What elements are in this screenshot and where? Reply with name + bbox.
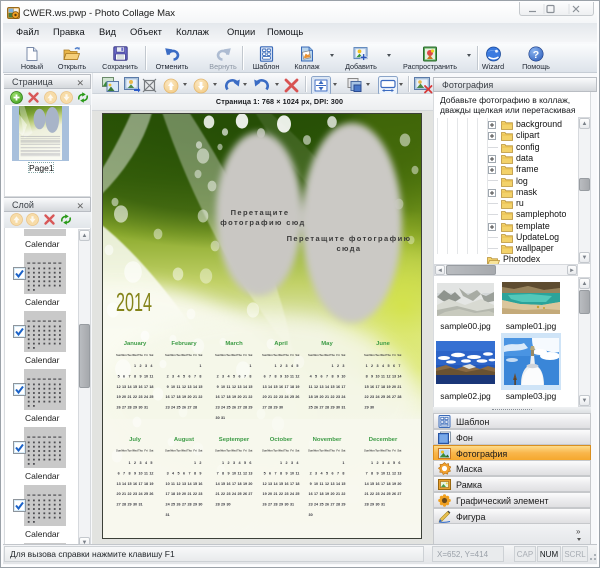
svg-text:2014: 2014	[116, 287, 152, 317]
svg-text:November: November	[313, 437, 343, 443]
svg-text:25262728293031: 25262728293031	[309, 406, 346, 410]
svg-text:Septemper: Septemper	[219, 437, 250, 443]
svg-text:December: December	[369, 437, 398, 443]
svg-text:232425262728: 232425262728	[166, 406, 198, 410]
svg-text:24252627282930: 24252627282930	[166, 503, 203, 507]
svg-text:10111213141516: 10111213141516	[166, 482, 203, 486]
svg-text:2728293031: 2728293031	[117, 503, 143, 507]
svg-text:14151617181920: 14151617181920	[365, 482, 402, 486]
svg-text:23242526272829: 23242526272829	[216, 406, 253, 410]
svg-text:March: March	[225, 341, 243, 347]
svg-text:February: February	[171, 341, 197, 347]
svg-text:567891011: 567891011	[264, 471, 300, 475]
svg-text:19202122232425: 19202122232425	[263, 492, 300, 496]
svg-text:262728293031: 262728293031	[117, 406, 149, 410]
svg-text:?: ?	[533, 49, 539, 61]
svg-text:18192021222324: 18192021222324	[309, 395, 347, 399]
svg-text:October: October	[270, 437, 293, 443]
svg-text:20212223242526: 20212223242526	[117, 492, 154, 496]
svg-text:17181920212223: 17181920212223	[166, 492, 203, 496]
svg-text:282930: 282930	[216, 503, 231, 507]
svg-text:фотографию сюд: фотографию сюд	[220, 218, 305, 227]
svg-text:27282930: 27282930	[263, 406, 284, 410]
svg-text:1: 1	[249, 364, 251, 368]
svg-text:May: May	[321, 341, 333, 347]
svg-text:16171819202122: 16171819202122	[309, 492, 346, 496]
svg-text:Перетащите фотографию: Перетащите фотографию	[287, 234, 412, 243]
svg-text:567891011: 567891011	[118, 374, 154, 378]
svg-text:30: 30	[309, 513, 313, 517]
svg-text:16171819202122: 16171819202122	[166, 395, 203, 399]
svg-text:3031: 3031	[216, 416, 226, 420]
svg-text:262728293031: 262728293031	[263, 503, 295, 507]
svg-text:August: August	[174, 437, 194, 443]
svg-text:2930: 2930	[365, 406, 375, 410]
svg-text:15161718192021: 15161718192021	[365, 385, 402, 389]
svg-text:31: 31	[166, 513, 170, 517]
svg-text:June: June	[376, 341, 390, 347]
svg-text:20212223242526: 20212223242526	[263, 395, 300, 399]
svg-text:11121314151617: 11121314151617	[309, 385, 346, 389]
svg-text:19202122232425: 19202122232425	[117, 395, 154, 399]
svg-text:January: January	[124, 341, 147, 347]
svg-text:28293031: 28293031	[365, 503, 386, 507]
svg-text:891011121314: 891011121314	[366, 374, 403, 378]
svg-text:Перетащите: Перетащите	[231, 208, 290, 217]
svg-text:1: 1	[199, 364, 201, 368]
svg-text:22232425262728: 22232425262728	[365, 395, 402, 399]
svg-text:14151617181920: 14151617181920	[216, 482, 253, 486]
svg-text:сюда: сюда	[336, 244, 361, 253]
svg-text:1: 1	[342, 461, 344, 465]
svg-text:13141516171819: 13141516171819	[263, 385, 300, 389]
svg-text:21222324252627: 21222324252627	[365, 492, 402, 496]
svg-text:12131415161718: 12131415161718	[263, 482, 300, 486]
svg-text:April: April	[274, 341, 288, 347]
svg-text:23242526272829: 23242526272829	[309, 503, 346, 507]
svg-text:16171819202122: 16171819202122	[216, 395, 253, 399]
svg-text:21222324252627: 21222324252627	[216, 492, 253, 496]
svg-text:13141516171819: 13141516171819	[117, 482, 154, 486]
svg-text:12131415161718: 12131415161718	[117, 385, 154, 389]
svg-text:123: 123	[331, 364, 344, 368]
svg-text:July: July	[129, 437, 142, 443]
